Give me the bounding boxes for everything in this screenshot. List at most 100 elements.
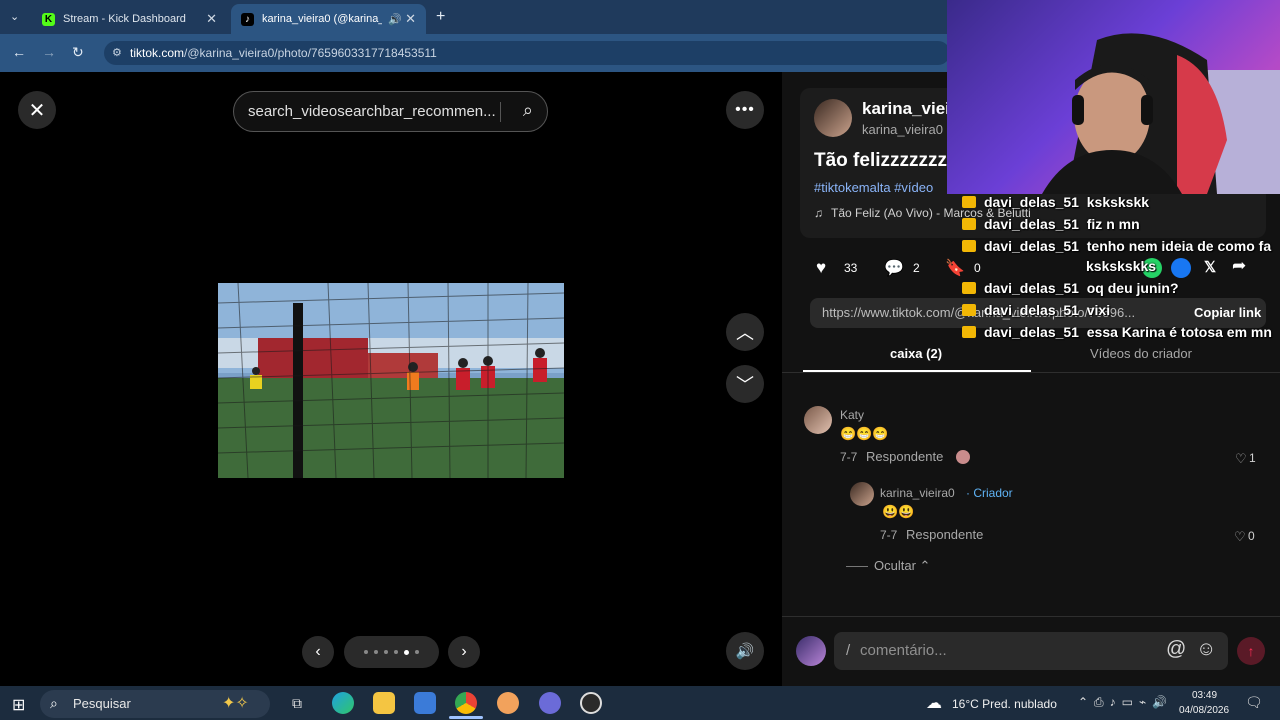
crown-icon xyxy=(962,196,976,208)
comment-text: 😁😁😁 xyxy=(840,426,889,441)
more-icon[interactable]: ••• xyxy=(726,91,764,129)
heart-outline-icon[interactable]: ♡ xyxy=(1234,529,1246,545)
audio-icon[interactable]: 🔊 xyxy=(388,13,402,26)
tab-list-chevron-icon[interactable]: ⌄ xyxy=(10,10,19,23)
url-path: /@karina_vieira0/photo/76596033177184535… xyxy=(184,46,437,60)
app-icon[interactable] xyxy=(497,692,519,714)
reply-like-count: 0 xyxy=(1248,529,1255,543)
notification-icon[interactable]: 🗨 xyxy=(1245,694,1263,711)
windows-start-icon[interactable]: ⊞ xyxy=(12,695,25,715)
kick-icon: K xyxy=(42,12,55,26)
new-tab-icon[interactable]: + xyxy=(436,8,445,26)
tab-title: karina_vieira0 (@karina_vieir xyxy=(262,13,382,25)
chat-message: davi_delas_51 essa Karina é totosa em mn xyxy=(962,324,1272,340)
bookmark-icon[interactable]: 🔖 xyxy=(945,258,965,278)
reply-button[interactable]: Respondente xyxy=(906,527,983,542)
tab-comments[interactable]: caixa (2) xyxy=(890,346,942,361)
search-bar[interactable]: search_videosearchbar_recommen... ⌕ xyxy=(233,91,548,132)
page-dot[interactable] xyxy=(374,650,378,654)
share-icon[interactable]: ➦ xyxy=(1232,256,1246,276)
avatar[interactable] xyxy=(814,99,852,137)
mention-icon[interactable]: @ xyxy=(1166,638,1186,661)
post-caption: Tão felizzzzzzz xyxy=(814,150,948,171)
tab-kick-dashboard[interactable]: K Stream - Kick Dashboard ✕ xyxy=(32,4,227,34)
previous-photo-button[interactable]: ‹ xyxy=(302,636,334,668)
clock-date[interactable]: 04/08/2026 xyxy=(1179,705,1229,716)
site-info-icon[interactable]: ⚙ xyxy=(112,41,122,65)
comment-field[interactable]: / comentário... @ ☺ xyxy=(834,632,1228,670)
file-explorer-icon[interactable] xyxy=(373,692,395,714)
store-icon[interactable] xyxy=(414,692,436,714)
page-dot-active[interactable] xyxy=(404,649,409,655)
chat-user: davi_delas_51 xyxy=(984,302,1079,318)
previous-post-button[interactable]: ︿ xyxy=(726,313,764,351)
chevron-up-icon: ︿ xyxy=(736,323,754,343)
task-view-icon[interactable]: ⧉ xyxy=(292,695,302,712)
chat-user: davi_delas_51 xyxy=(984,280,1079,296)
heart-icon[interactable]: ♥ xyxy=(816,258,826,278)
comment-icon[interactable]: 💬 xyxy=(884,258,904,278)
obs-icon[interactable] xyxy=(580,692,602,714)
chat-text: oq deu junin? xyxy=(1086,280,1179,296)
close-icon[interactable]: ✕ xyxy=(18,91,56,129)
volume-icon[interactable]: 🔊 xyxy=(726,632,764,670)
chat-user: davi_delas_51 xyxy=(984,238,1079,254)
copy-link-button[interactable]: Copiar link xyxy=(1194,305,1261,320)
post-author-handle[interactable]: karina_vieira0 xyxy=(862,122,943,137)
forward-icon[interactable]: → xyxy=(42,44,56,60)
chat-text: fiz n mn xyxy=(1086,216,1140,232)
hide-replies-label: Ocultar xyxy=(874,558,916,573)
weather-text[interactable]: 16°C Pred. nublado xyxy=(952,697,1057,711)
tab-title: Stream - Kick Dashboard xyxy=(63,13,186,25)
chat-user: davi_delas_51 xyxy=(984,216,1079,232)
emoji-icon[interactable]: ☺ xyxy=(1196,638,1216,661)
avatar[interactable] xyxy=(850,482,874,506)
post-hashtags[interactable]: #tiktokemalta #vídeo xyxy=(814,180,933,195)
reply-button[interactable]: Respondente xyxy=(866,449,943,464)
tab-creator-videos[interactable]: Vídeos do criador xyxy=(1090,346,1192,361)
comment-input[interactable]: comentário... xyxy=(860,642,947,659)
page-dot[interactable] xyxy=(415,650,419,654)
creator-badge: · Criador xyxy=(966,486,1013,500)
clock-time[interactable]: 03:49 xyxy=(1192,690,1217,701)
chrome-icon[interactable] xyxy=(455,692,477,714)
chevron-up-icon: ⌃ xyxy=(919,558,931,573)
close-tab-icon[interactable]: ✕ xyxy=(405,11,416,27)
comment-author[interactable]: Katy xyxy=(840,408,864,422)
close-tab-icon[interactable]: ✕ xyxy=(206,11,217,27)
post-author-name[interactable]: karina_vieir xyxy=(862,99,957,119)
crown-icon xyxy=(962,240,976,252)
divider xyxy=(782,616,1280,617)
send-comment-button[interactable]: ↑ xyxy=(1237,637,1265,665)
divider xyxy=(846,566,868,567)
comment-like-count: 1 xyxy=(1249,451,1256,465)
page-dot[interactable] xyxy=(364,650,368,654)
page-dot[interactable] xyxy=(394,650,398,654)
page-dot[interactable] xyxy=(384,650,388,654)
slash-shortcut: / xyxy=(846,642,851,659)
chevron-right-icon: › xyxy=(461,643,467,660)
next-post-button[interactable]: ﹀ xyxy=(726,365,764,403)
edge-icon[interactable] xyxy=(332,692,354,714)
search-icon[interactable]: ⌕ xyxy=(523,100,533,121)
app-icon[interactable] xyxy=(539,692,561,714)
tab-tiktok[interactable]: ♪ karina_vieira0 (@karina_vieir 🔊 ✕ xyxy=(231,4,426,34)
next-photo-button[interactable]: › xyxy=(448,636,480,668)
avatar[interactable] xyxy=(804,406,832,434)
reload-icon[interactable]: ↻ xyxy=(72,44,84,61)
x-icon[interactable]: 𝕏 xyxy=(1204,258,1216,276)
chat-text: kskskskk xyxy=(1086,194,1150,210)
search-input[interactable]: search_videosearchbar_recommen... xyxy=(248,103,496,120)
system-tray-icons[interactable]: ⌃⎙♪▭⌁🔊 xyxy=(1078,695,1173,710)
search-icon: ⌕ xyxy=(50,695,58,711)
reply-author[interactable]: karina_vieira0 xyxy=(880,486,955,500)
address-bar[interactable]: ⚙ tiktok.com/@karina_vieira0/photo/76596… xyxy=(104,41,950,65)
heart-outline-icon[interactable]: ♡ xyxy=(1235,451,1247,467)
hide-replies-button[interactable]: Ocultar ⌃ xyxy=(874,558,930,574)
facebook-icon[interactable] xyxy=(1171,258,1191,278)
chat-text: essa Karina é totosa em mn xyxy=(1086,324,1272,340)
photo-pagination xyxy=(344,636,439,668)
taskbar-search[interactable]: ⌕ Pesquisar ✦✧ xyxy=(40,690,270,718)
chat-user: davi_delas_51 xyxy=(984,324,1079,340)
back-icon[interactable]: ← xyxy=(12,44,26,60)
